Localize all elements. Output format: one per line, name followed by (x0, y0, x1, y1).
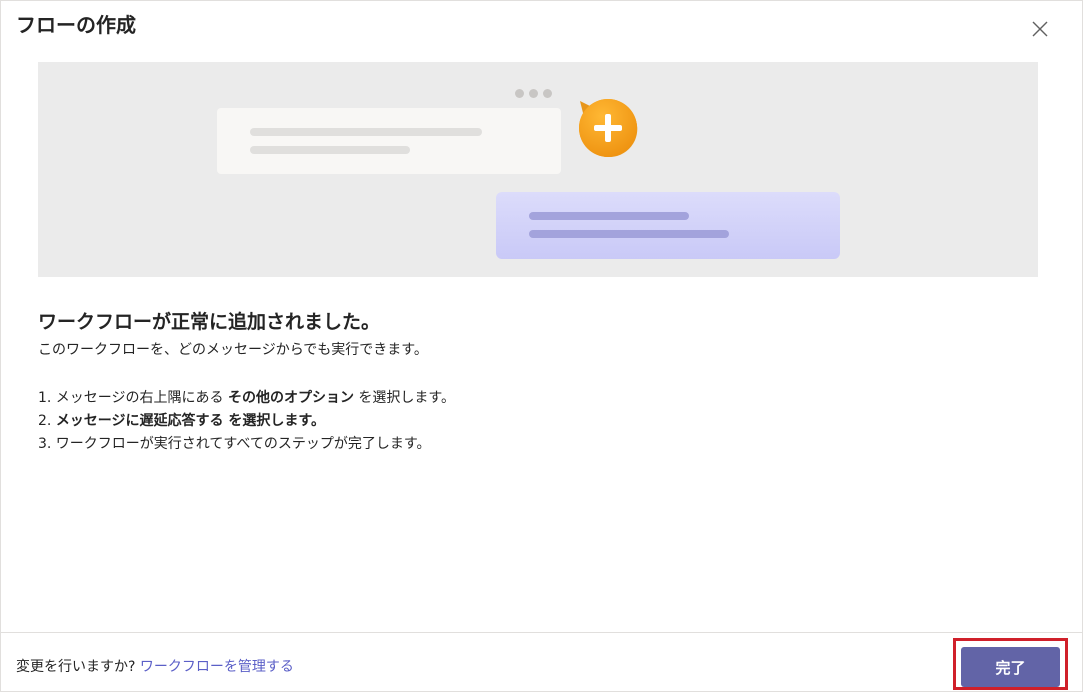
success-heading: ワークフローが正常に追加されました。 (38, 311, 381, 333)
success-subtext: このワークフローを、どのメッセージからでも実行できます。 (38, 342, 428, 358)
placeholder-line (529, 212, 689, 220)
instruction-step: 3. ワークフローが実行されてすべてのステップが完了します。 (38, 436, 431, 452)
dialog-title: フローの作成 (16, 13, 136, 37)
message-card-illustration (217, 108, 561, 174)
reply-card-illustration (496, 192, 840, 259)
success-content: ワークフローが正常に追加されました。 このワークフローを、どのメッセージからでも… (38, 309, 1038, 456)
add-bubble-icon (579, 99, 638, 158)
instruction-step: 1. メッセージの右上隅にある その他のオプション を選択します。 (38, 390, 456, 406)
placeholder-line (529, 230, 729, 238)
create-flow-dialog: フローの作成 ワークフローが正常に追加されました。 このワークフローを、どのメッ… (0, 0, 1083, 692)
close-button[interactable] (1028, 17, 1052, 41)
footer-question: 変更を行いますか? (16, 659, 140, 675)
footer-prompt: 変更を行いますか? ワークフローを管理する (16, 656, 294, 678)
instruction-step: 2. メッセージに遅延応答する を選択します。 (38, 413, 326, 429)
hero-illustration (38, 62, 1038, 277)
manage-workflows-link[interactable]: ワークフローを管理する (140, 659, 294, 675)
instruction-steps: 1. メッセージの右上隅にある その他のオプション を選択します。 2. メッセ… (38, 387, 1038, 456)
footer-divider (1, 632, 1082, 633)
placeholder-line (250, 146, 410, 154)
done-button[interactable]: 完了 (961, 647, 1060, 687)
placeholder-line (250, 128, 482, 136)
close-icon (1032, 21, 1048, 37)
more-options-icon (515, 89, 552, 98)
